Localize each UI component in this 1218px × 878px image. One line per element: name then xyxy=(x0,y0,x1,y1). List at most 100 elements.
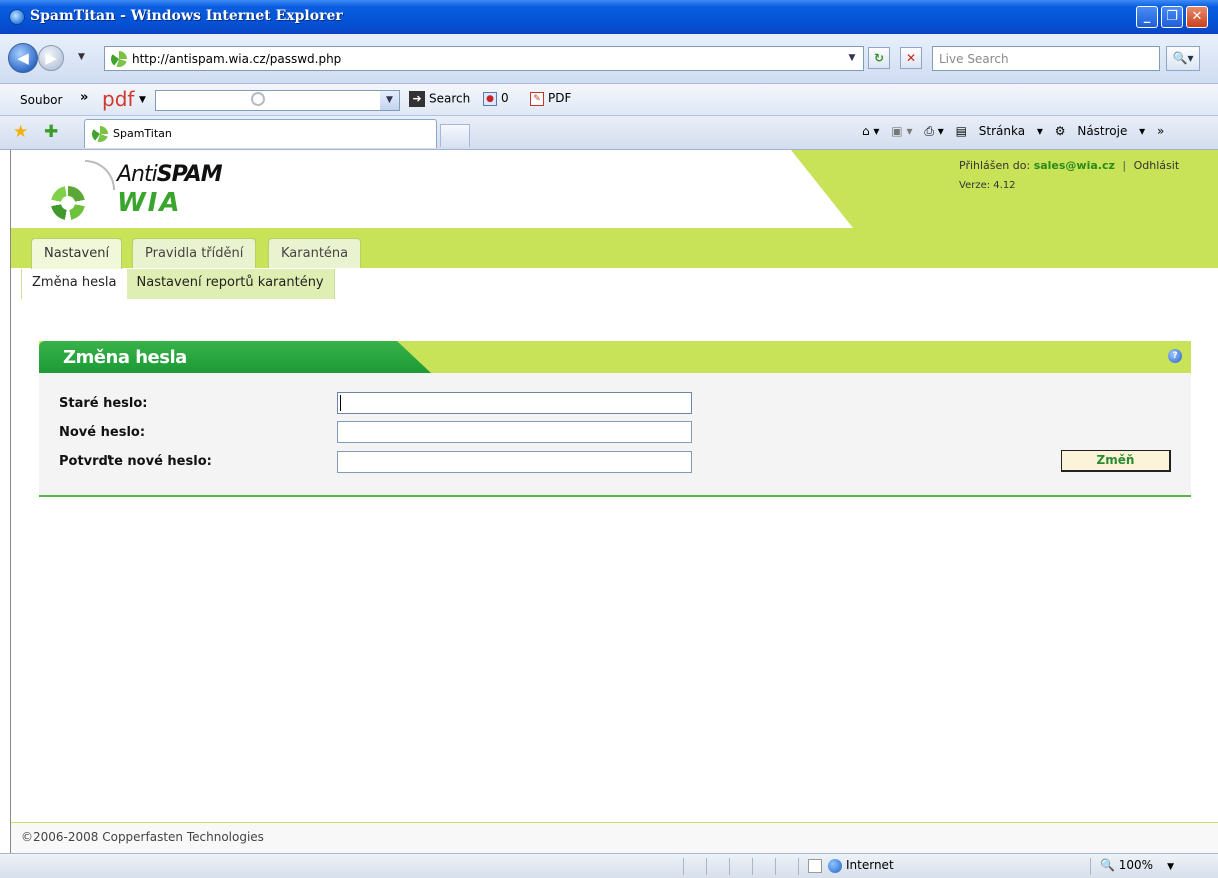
status-divider xyxy=(1090,858,1091,875)
zoom-dropdown-icon: ▼ xyxy=(1167,862,1175,872)
confirm-password-field[interactable] xyxy=(337,451,692,473)
menu-toolbar: Soubor » pdf ▼ ▼ ➜ Search ● 0 ✎ PDF xyxy=(0,84,1218,116)
status-divider xyxy=(752,858,753,875)
print-icon[interactable]: ⎙ ▾ xyxy=(924,124,943,138)
page-footer: ©2006-2008 Copperfasten Technologies xyxy=(11,822,1218,853)
text-caret xyxy=(340,395,341,411)
status-divider xyxy=(775,858,776,875)
tab-karantena[interactable]: Karanténa xyxy=(268,238,362,268)
go-arrow-icon: ➜ xyxy=(409,91,425,107)
page-menu-label: Stránka xyxy=(978,124,1026,138)
signal-waves-icon xyxy=(85,160,115,190)
command-bar: ⌂ ▾ ▣ ▾ ⎙ ▾ ▤ Stránka ▾ ⚙ Nástroje ▾ » xyxy=(862,124,1172,139)
status-divider xyxy=(729,858,730,875)
globe-icon xyxy=(828,858,842,873)
back-button[interactable]: ◀ xyxy=(8,43,38,73)
old-password-field[interactable] xyxy=(337,392,692,414)
stop-button[interactable]: ✕ xyxy=(900,47,922,69)
pdf-search-dropdown-icon[interactable]: ▼ xyxy=(380,91,399,110)
status-divider xyxy=(798,858,799,875)
gear-icon: ⚙ xyxy=(1054,124,1066,138)
feeds-icon[interactable]: ▣ ▾ xyxy=(891,124,912,138)
panel-title-tab: Změna hesla xyxy=(39,341,431,373)
logo-text-wia: WIA xyxy=(117,188,182,218)
pdf-logo[interactable]: pdf xyxy=(102,87,134,111)
separator: | xyxy=(1122,159,1127,172)
tab-bar: ★ ✚ SpamTitan ⌂ ▾ ▣ ▾ ⎙ ▾ ▤ Stránka ▾ ⚙ … xyxy=(0,116,1218,150)
panel-title: Změna hesla xyxy=(63,347,187,368)
new-tab-button[interactable] xyxy=(440,124,470,147)
new-password-label: Nové heslo: xyxy=(59,425,146,440)
zoom-level: 100% xyxy=(1118,858,1154,872)
current-user: sales@wia.cz xyxy=(1033,159,1115,172)
toolbar-pdf-label: PDF xyxy=(548,91,572,105)
zoom-control[interactable]: 🔍 100% ▼ xyxy=(1100,858,1174,872)
address-toolbar: ◀ ▶ ▼ http://antispam.wia.cz/passwd.php … xyxy=(0,34,1218,84)
status-bar: Internet 🔍 100% ▼ xyxy=(0,853,1218,878)
tab-nastaveni[interactable]: Nastavení xyxy=(31,238,123,269)
confirm-password-label: Potvrďte nové heslo: xyxy=(59,454,212,469)
status-divider xyxy=(706,858,707,875)
pdf-file-icon: ✎ xyxy=(530,91,544,106)
page-menu[interactable]: ▤ Stránka ▾ xyxy=(956,124,1043,138)
more-tools-chevron-icon[interactable]: » xyxy=(1157,124,1164,138)
window-titlebar: SpamTitan - Windows Internet Explorer _ … xyxy=(0,0,1218,34)
subtab-nastaveni-reportu[interactable]: Nastavení reportů karantény xyxy=(126,269,334,299)
magnifier-icon xyxy=(251,92,265,106)
security-zone[interactable]: Internet xyxy=(808,858,894,873)
home-icon[interactable]: ⌂ ▾ xyxy=(862,124,879,138)
help-icon[interactable]: ? xyxy=(1168,349,1182,363)
live-search-input[interactable]: Live Search xyxy=(932,46,1160,71)
protected-mode-icon xyxy=(808,858,822,873)
sub-navigation: Změna hesla Nastavení reportů karantény xyxy=(21,269,335,299)
site-favicon-icon xyxy=(111,51,127,67)
antispam-wia-logo: AntiSPAM WIA xyxy=(49,160,249,222)
refresh-button[interactable]: ↻ xyxy=(868,47,890,69)
address-dropdown-icon[interactable]: ▼ xyxy=(843,50,861,68)
logout-link[interactable]: Odhlásit xyxy=(1134,159,1180,172)
add-favorite-icon[interactable]: ✚ xyxy=(44,122,58,142)
toolbar-count: 0 xyxy=(501,91,509,105)
history-dropdown-icon[interactable]: ▼ xyxy=(78,52,85,62)
window-title: SpamTitan - Windows Internet Explorer xyxy=(30,8,343,24)
maximize-button[interactable]: ❐ xyxy=(1161,6,1183,28)
tools-menu-label: Nástroje xyxy=(1077,124,1128,138)
forward-button[interactable]: ▶ xyxy=(38,45,64,71)
logo-ring-icon xyxy=(51,186,85,220)
favorites-star-icon[interactable]: ★ xyxy=(13,122,28,142)
pdf-search-input[interactable]: ▼ xyxy=(155,90,400,111)
search-button[interactable]: 🔍▾ xyxy=(1166,46,1200,71)
copyright-text: ©2006-2008 Copperfasten Technologies xyxy=(21,830,264,844)
tools-menu[interactable]: ⚙ Nástroje ▾ xyxy=(1055,124,1145,138)
logo-text-antispam: AntiSPAM xyxy=(117,162,223,187)
zoom-icon: 🔍 xyxy=(1100,858,1115,872)
old-password-label: Staré heslo: xyxy=(59,396,148,411)
window-count-icon: ● xyxy=(483,91,497,106)
login-info: Přihlášen do: sales@wia.cz | Odhlásit xyxy=(959,159,1179,172)
close-window-button[interactable]: ✕ xyxy=(1186,6,1208,28)
logged-in-label: Přihlášen do: xyxy=(959,159,1031,172)
status-divider xyxy=(683,858,684,875)
pdf-dropdown-icon[interactable]: ▼ xyxy=(139,95,146,105)
live-search-placeholder: Live Search xyxy=(939,52,1009,66)
change-password-panel: Změna hesla ? Staré heslo: Nové heslo: P… xyxy=(39,341,1191,497)
menu-soubor[interactable]: Soubor xyxy=(20,93,62,107)
ie-logo-icon xyxy=(9,9,25,25)
tab-pravidla-trideni[interactable]: Pravidla třídění xyxy=(132,238,257,268)
tab-label: SpamTitan xyxy=(113,127,172,140)
tab-spamtitan[interactable]: SpamTitan xyxy=(84,119,437,148)
zone-label: Internet xyxy=(846,858,894,872)
url-text: http://antispam.wia.cz/passwd.php xyxy=(132,52,342,66)
toolbar-pdf-button[interactable]: ✎ PDF xyxy=(530,91,571,106)
new-password-field[interactable] xyxy=(337,421,692,443)
toolbar-search-button[interactable]: ➜ Search xyxy=(409,91,470,107)
toolbar-search-label: Search xyxy=(429,91,471,106)
page-icon: ▤ xyxy=(955,124,967,138)
version-label: Verze: 4.12 xyxy=(959,180,1016,191)
subtab-zmena-hesla[interactable]: Změna hesla xyxy=(22,269,127,299)
change-password-button[interactable]: Změň xyxy=(1061,450,1171,472)
more-chevron-icon[interactable]: » xyxy=(80,90,88,105)
address-field[interactable]: http://antispam.wia.cz/passwd.php xyxy=(104,46,864,71)
minimize-button[interactable]: _ xyxy=(1136,6,1158,28)
toolbar-count-button[interactable]: ● 0 xyxy=(483,91,509,106)
